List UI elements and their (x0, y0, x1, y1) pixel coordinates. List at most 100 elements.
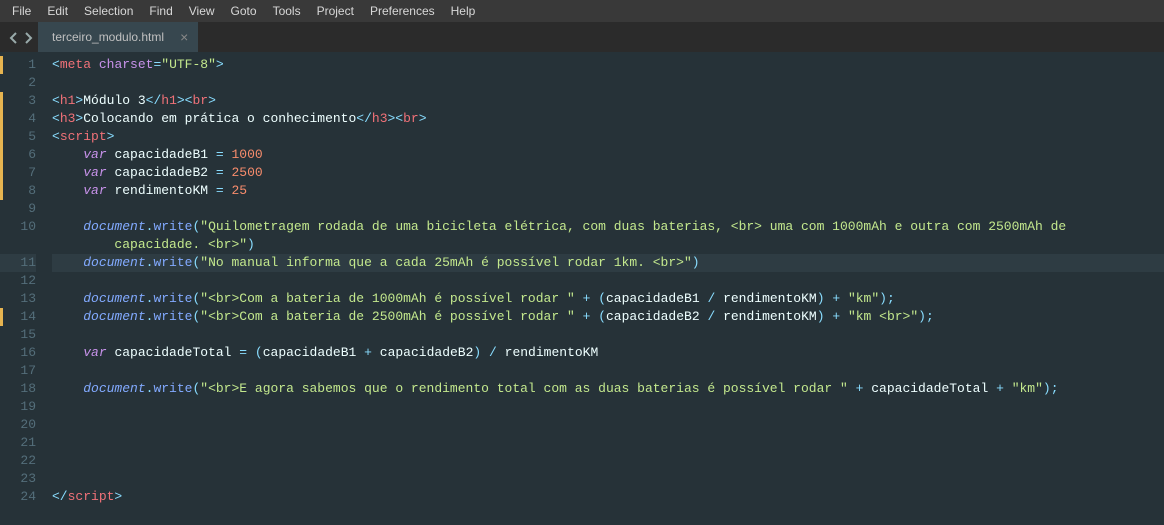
code-line[interactable]: var capacidadeB2 = 2500 (52, 164, 1164, 182)
code-line[interactable]: </script> (52, 488, 1164, 506)
menu-view[interactable]: View (181, 0, 223, 22)
tab-active[interactable]: terceiro_modulo.html × (38, 22, 198, 52)
token-var: capacidadeB1 (263, 345, 357, 360)
token-var: rendimentoKM (505, 345, 599, 360)
menu-find[interactable]: Find (141, 0, 180, 22)
token-op: = (216, 147, 224, 162)
token-text (848, 381, 856, 396)
token-text (575, 291, 583, 306)
menu-tools[interactable]: Tools (265, 0, 309, 22)
code-line[interactable]: capacidade. <br>") (52, 236, 1164, 254)
code-line[interactable] (52, 398, 1164, 416)
token-punc: ( (598, 309, 606, 324)
nav-arrows (0, 31, 38, 43)
line-number: 3 (0, 92, 36, 110)
code-editor[interactable]: 123456789101112131415161718192021222324 … (0, 52, 1164, 525)
token-str: "km" (848, 291, 879, 306)
token-fn: write (153, 381, 192, 396)
token-op: = (216, 183, 224, 198)
token-op: + (832, 309, 840, 324)
token-text (1004, 381, 1012, 396)
code-line[interactable]: document.write("No manual informa que a … (52, 254, 1164, 272)
token-text (52, 147, 83, 162)
token-text (52, 291, 83, 306)
token-obj: document (83, 309, 145, 324)
token-text (52, 381, 83, 396)
token-text (52, 183, 83, 198)
token-text (356, 345, 364, 360)
line-number: 10 (0, 218, 36, 236)
token-text (481, 345, 489, 360)
code-line[interactable]: <h3>Colocando em prática o conhecimento<… (52, 110, 1164, 128)
code-line[interactable] (52, 74, 1164, 92)
token-obj: document (83, 381, 145, 396)
code-line[interactable]: document.write("Quilometragem rodada de … (52, 218, 1164, 236)
token-text (208, 165, 216, 180)
code-line[interactable]: var rendimentoKM = 25 (52, 182, 1164, 200)
code-line[interactable]: <h1>Módulo 3</h1><br> (52, 92, 1164, 110)
menu-selection[interactable]: Selection (76, 0, 141, 22)
code-line[interactable] (52, 470, 1164, 488)
code-line[interactable] (52, 326, 1164, 344)
code-line[interactable] (52, 200, 1164, 218)
token-kw: var (83, 345, 106, 360)
token-punc: ) (817, 291, 825, 306)
line-number: 15 (0, 326, 36, 344)
menu-goto[interactable]: Goto (223, 0, 265, 22)
code-line[interactable]: document.write("<br>Com a bateria de 250… (52, 308, 1164, 326)
token-punc: > (216, 57, 224, 72)
code-line[interactable] (52, 362, 1164, 380)
token-str: "<br>Com a bateria de 1000mAh é possível… (200, 291, 574, 306)
token-op: + (832, 291, 840, 306)
token-text (840, 291, 848, 306)
line-number: 13 (0, 290, 36, 308)
token-var: capacidadeB2 (606, 309, 700, 324)
line-gutter: 123456789101112131415161718192021222324 (0, 52, 44, 525)
token-tag: h3 (372, 111, 388, 126)
token-num: 1000 (232, 147, 263, 162)
token-text (988, 381, 996, 396)
code-line[interactable]: var capacidadeB1 = 1000 (52, 146, 1164, 164)
token-punc: < (52, 111, 60, 126)
nav-back-icon[interactable] (8, 31, 20, 43)
token-text: Módulo 3 (83, 93, 145, 108)
code-line[interactable]: var capacidadeTotal = (capacidadeB1 + ca… (52, 344, 1164, 362)
menu-project[interactable]: Project (309, 0, 362, 22)
code-line[interactable]: document.write("<br>E agora sabemos que … (52, 380, 1164, 398)
token-punc: < (52, 129, 60, 144)
line-number: 1 (0, 56, 36, 74)
token-punc: > (107, 129, 115, 144)
menu-file[interactable]: File (4, 0, 39, 22)
close-icon[interactable]: × (180, 30, 188, 44)
token-punc: < (52, 57, 60, 72)
token-text (224, 165, 232, 180)
token-var: rendimentoKM (723, 309, 817, 324)
token-punc: ) (817, 309, 825, 324)
token-str: "UTF-8" (161, 57, 216, 72)
code-line[interactable]: <meta charset="UTF-8"> (52, 56, 1164, 74)
code-line[interactable] (52, 452, 1164, 470)
token-kw: var (83, 147, 106, 162)
line-number: 20 (0, 416, 36, 434)
line-number: 19 (0, 398, 36, 416)
code-line[interactable]: <script> (52, 128, 1164, 146)
code-line[interactable] (52, 272, 1164, 290)
menu-help[interactable]: Help (443, 0, 484, 22)
code-line[interactable]: document.write("<br>Com a bateria de 100… (52, 290, 1164, 308)
nav-forward-icon[interactable] (22, 31, 34, 43)
token-text (372, 345, 380, 360)
menu-preferences[interactable]: Preferences (362, 0, 443, 22)
token-op: + (364, 345, 372, 360)
code-line[interactable] (52, 416, 1164, 434)
token-punc: ) (692, 255, 700, 270)
token-punc: > (208, 93, 216, 108)
token-text (715, 291, 723, 306)
code-line[interactable] (52, 434, 1164, 452)
code-area[interactable]: <meta charset="UTF-8"><h1>Módulo 3</h1><… (44, 52, 1164, 525)
menu-edit[interactable]: Edit (39, 0, 76, 22)
token-punc: </ (356, 111, 372, 126)
token-op: = (216, 165, 224, 180)
line-number: 7 (0, 164, 36, 182)
token-punc: </ (52, 489, 68, 504)
token-str: capacidade. <br>" (114, 237, 247, 252)
